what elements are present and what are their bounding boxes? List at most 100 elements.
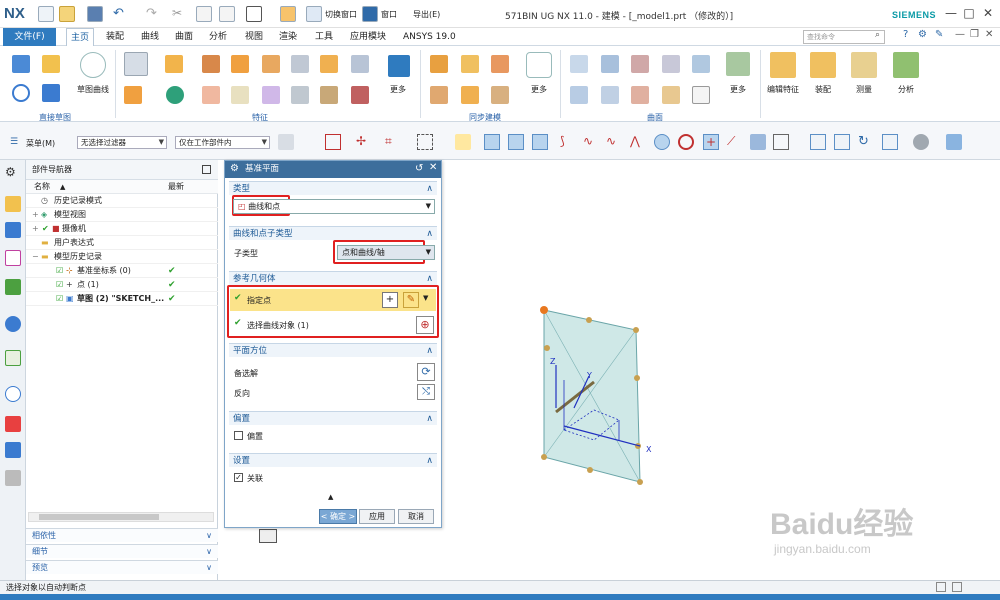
expand-icon[interactable]: + <box>32 208 39 222</box>
through-mesh-icon[interactable] <box>601 55 619 73</box>
reverse-icon[interactable]: ⤭ <box>417 384 435 400</box>
more-surface-button[interactable]: 更多 <box>723 84 753 95</box>
rectangle-select-icon[interactable] <box>417 134 433 150</box>
menu-icon[interactable]: ☰ <box>10 137 18 147</box>
revolve-icon[interactable] <box>124 86 142 104</box>
pull-face-icon[interactable] <box>461 55 479 73</box>
thicken-icon[interactable] <box>262 86 280 104</box>
select-icon[interactable] <box>455 134 471 150</box>
specified-point-handle[interactable] <box>540 306 548 314</box>
gear-icon[interactable]: ⚙ <box>5 165 21 181</box>
draft-icon[interactable] <box>351 55 369 73</box>
tab-assembly[interactable]: 装配 <box>104 28 126 46</box>
list-item[interactable]: ◷ 历史记录模式 <box>26 194 218 208</box>
save-icon[interactable] <box>87 6 103 22</box>
ribbon-minimize-icon[interactable]: — <box>955 29 965 40</box>
command-search-input[interactable]: 查找命令 <box>803 30 885 44</box>
apply-button[interactable]: 应用 <box>359 509 395 524</box>
general-selection-icon[interactable] <box>325 134 341 150</box>
assembly-navigator-icon[interactable] <box>5 196 21 212</box>
tab-curve[interactable]: 曲线 <box>139 28 161 46</box>
close-button[interactable]: ✕ <box>981 6 995 20</box>
constraint-navigator-icon[interactable] <box>5 222 21 238</box>
plane-handle[interactable] <box>541 454 547 460</box>
process-studio-icon[interactable] <box>5 416 21 432</box>
unite-icon[interactable] <box>262 55 280 73</box>
fit-icon[interactable] <box>810 134 826 150</box>
checkbox-checked-icon[interactable]: ☑ <box>56 278 63 292</box>
sew-icon[interactable] <box>692 86 710 104</box>
edge-blend-icon[interactable] <box>202 86 220 104</box>
edit-feature-button[interactable]: 编辑特征 <box>763 84 803 95</box>
analysis-icon[interactable] <box>893 52 919 78</box>
status-fullscreen-icon[interactable] <box>952 582 962 592</box>
part-navigator-icon[interactable] <box>5 250 21 266</box>
cancel-button[interactable]: 取消 <box>398 509 434 524</box>
split-body-icon[interactable] <box>320 86 338 104</box>
point-sketch-icon[interactable] <box>42 55 60 73</box>
through-curves-icon[interactable] <box>570 55 588 73</box>
chamfer-icon[interactable] <box>231 86 249 104</box>
scrollbar-thumb[interactable] <box>39 514 159 520</box>
render-style-icon[interactable] <box>913 134 929 150</box>
sort-up-icon[interactable]: ▲ <box>60 180 65 194</box>
switch-window-icon[interactable] <box>306 6 322 22</box>
select-curve-row[interactable]: ✔ 选择曲线对象 (1) ⊕ <box>230 314 436 336</box>
export-menu[interactable]: 导出(E) <box>413 9 440 20</box>
column-latest[interactable]: 最新 <box>168 180 184 194</box>
checkbox-checked-icon[interactable]: ☑ <box>56 264 63 278</box>
subtype-select[interactable]: 点和曲线/轴 ▼ <box>337 245 435 260</box>
point-on-face-icon[interactable] <box>678 134 694 150</box>
tab-tools[interactable]: 工具 <box>313 28 335 46</box>
minimize-button[interactable]: — <box>944 6 958 20</box>
snap-point-icon[interactable]: ✢ <box>356 134 372 150</box>
control-point-icon[interactable] <box>532 134 548 150</box>
section-settings[interactable]: 设置 ∧ <box>229 453 437 467</box>
offset-region-icon[interactable] <box>491 55 509 73</box>
trim-body-icon[interactable] <box>291 86 309 104</box>
window-menu-icon[interactable] <box>362 6 378 22</box>
chevron-down-icon[interactable]: ▼ <box>423 294 428 302</box>
more-features-button[interactable]: 更多 <box>383 84 413 95</box>
hole-icon[interactable] <box>202 55 220 73</box>
swept-icon[interactable] <box>631 55 649 73</box>
plane-handle[interactable] <box>587 467 593 473</box>
list-item[interactable]: + ◈ 模型视图 <box>26 208 218 222</box>
more-surface-icon[interactable] <box>726 52 750 76</box>
list-item[interactable]: ☑ + 点 (1) ✔ <box>26 278 218 292</box>
measure-button[interactable]: 测量 <box>847 84 881 95</box>
hd3d-icon[interactable] <box>5 316 21 332</box>
move-face-icon[interactable] <box>430 55 448 73</box>
plane-handle[interactable] <box>633 327 639 333</box>
column-name[interactable]: 名称 <box>34 180 50 194</box>
tab-file[interactable]: 文件(F) <box>3 28 56 46</box>
offset-surface-icon[interactable] <box>662 86 680 104</box>
help-icon[interactable]: ? <box>903 29 908 40</box>
maximize-button[interactable]: □ <box>962 6 976 20</box>
list-item[interactable]: ☑ ⊹ 基准坐标系 (0) ✔ <box>26 264 218 278</box>
ruled-icon[interactable] <box>662 55 680 73</box>
sphere-icon[interactable] <box>166 86 184 104</box>
new-file-icon[interactable] <box>38 6 54 22</box>
list-item[interactable]: − ▬ 模型历史记录 <box>26 250 218 264</box>
list-item[interactable]: ▬ 用户表达式 <box>26 236 218 250</box>
type-filter-icon[interactable] <box>278 134 294 150</box>
touch-mode-icon[interactable] <box>280 6 296 22</box>
tab-home[interactable]: 主页 <box>66 28 94 46</box>
role-icon[interactable]: ✎ <box>935 29 943 40</box>
shell-icon[interactable] <box>291 55 309 73</box>
plane-handle[interactable] <box>637 479 643 485</box>
line-snap-icon[interactable] <box>750 134 766 150</box>
paste-icon[interactable] <box>219 6 235 22</box>
bounded-plane-icon[interactable] <box>570 86 588 104</box>
web-browser-icon[interactable] <box>5 350 21 366</box>
edit-feature-icon[interactable] <box>770 52 796 78</box>
quadrant-icon[interactable]: ∿ <box>606 134 622 150</box>
tab-render[interactable]: 渲染 <box>277 28 299 46</box>
orient-view-icon[interactable] <box>882 134 898 150</box>
tab-analysis[interactable]: 分析 <box>207 28 229 46</box>
sketch-icon[interactable] <box>12 55 30 73</box>
sketch-curve-button[interactable]: 草图曲线 <box>73 84 113 95</box>
selection-scope-select[interactable]: 仅在工作部件内 ▼ <box>175 136 270 149</box>
open-folder-icon[interactable] <box>59 6 75 22</box>
